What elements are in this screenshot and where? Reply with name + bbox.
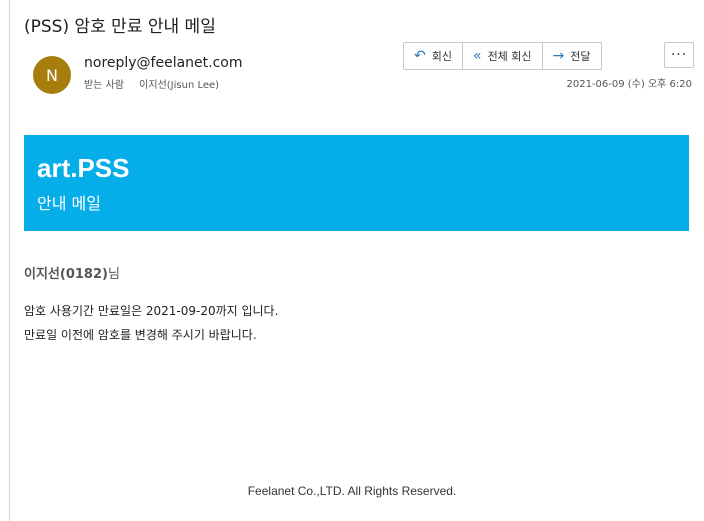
reply-all-label: 전체 회신 — [487, 50, 532, 63]
reply-all-icon: « — [472, 48, 482, 64]
more-icon: ··· — [670, 47, 688, 63]
to-label: 받는 사람 — [84, 80, 124, 91]
email-footer: Feelanet Co.,LTD. All Rights Reserved. — [247, 484, 457, 498]
forward-label: 전달 — [570, 50, 591, 63]
forward-icon: → — [552, 48, 565, 64]
recipient-name[interactable]: 이지선(Jisun Lee) — [139, 80, 219, 91]
message-line-2: 만료일 이전에 암호를 변경해 주시기 바랍니다. — [24, 328, 257, 342]
reply-icon: ↶ — [414, 48, 426, 64]
recipient-line: 받는 사람 이지선(Jisun Lee) — [84, 76, 219, 91]
reply-all-button[interactable]: « 전체 회신 — [463, 43, 543, 69]
greeting-name: 이지선(0182) — [24, 267, 108, 282]
reply-button[interactable]: ↶ 회신 — [404, 43, 463, 69]
message-actions: ↶ 회신 « 전체 회신 → 전달 — [403, 42, 602, 70]
avatar-initial: N — [46, 65, 58, 85]
greeting-suffix: 님 — [107, 267, 120, 282]
email-subject: (PSS) 암호 만료 안내 메일 — [24, 17, 216, 37]
sender-avatar: N — [33, 56, 71, 94]
brand-subtitle: 안내 메일 — [37, 194, 101, 213]
forward-button[interactable]: → 전달 — [543, 43, 601, 69]
brand-title: art.PSS — [37, 153, 130, 183]
reply-label: 회신 — [431, 50, 452, 63]
greeting: 이지선(0182)님 — [24, 263, 120, 282]
more-actions-button[interactable]: ··· — [664, 42, 694, 68]
sent-datetime: 2021-06-09 (수) 오후 6:20 — [566, 79, 692, 90]
message-line-1: 암호 사용기간 만료일은 2021-09-20까지 입니다. — [24, 304, 279, 318]
sender-address[interactable]: noreply@feelanet.com — [84, 55, 243, 71]
email-banner: art.PSS 안내 메일 — [24, 135, 689, 231]
